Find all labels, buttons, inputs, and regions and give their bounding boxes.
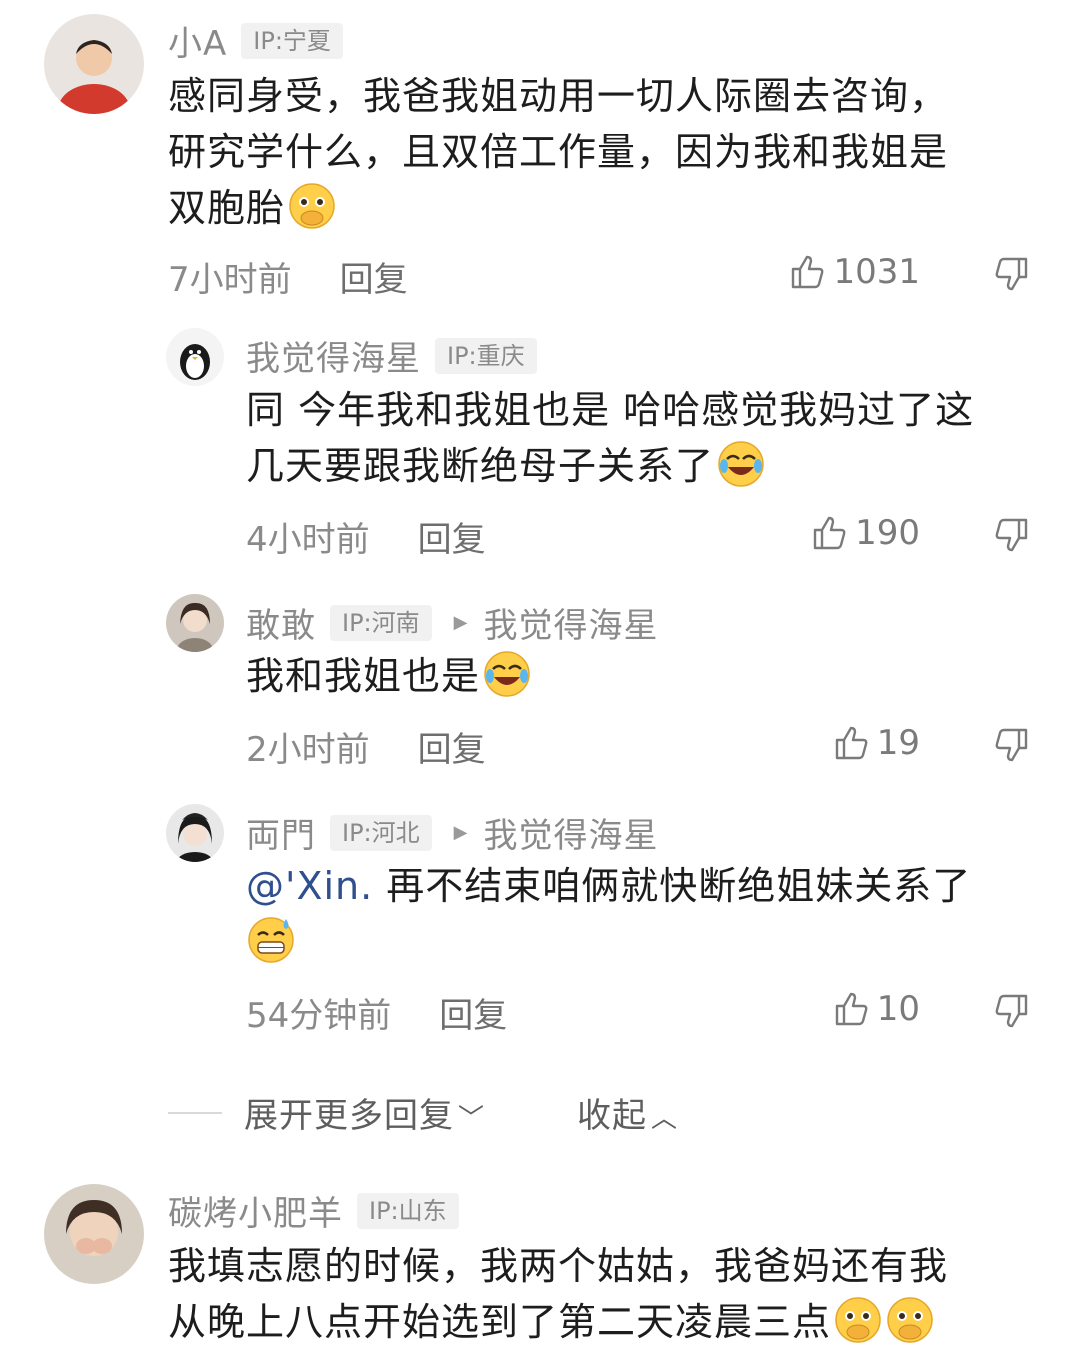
chevron-up-icon: ︿ (651, 1104, 679, 1134)
like-count: 10 (876, 989, 920, 1029)
timestamp: 4小时前 (246, 520, 370, 560)
thumbs-up-icon (809, 513, 849, 553)
expand-more-replies-button[interactable]: 展开更多回复 ﹀ (244, 1088, 485, 1137)
expand-label: 展开更多回复 (244, 1096, 454, 1136)
like-count: 1031 (833, 252, 920, 292)
thumbs-down-icon (992, 991, 1032, 1031)
reply-target[interactable]: 我觉得海星 (483, 598, 658, 647)
comment-text: 同 今年我和我姐也是 哈哈感觉我妈过了这 几天要跟我断绝母子关系了 (246, 382, 1046, 494)
like-count: 190 (855, 513, 920, 553)
comment-line: 从晚上八点开始选到了第二天凌晨三点 (168, 1300, 832, 1344)
avatar[interactable] (166, 328, 224, 386)
comment-text: 感同身受，我爸我姐动用一切人际圈去咨询， 研究学什么，且双倍工作量，因为我和我姐… (168, 68, 1048, 236)
comment-line: 双胞胎 (168, 186, 286, 230)
reply-arrow-icon: ▶ (453, 822, 468, 843)
timestamp: 2小时前 (246, 730, 370, 770)
shy-face-emoji (833, 1295, 883, 1345)
ip-badge: IP:山东 (357, 1192, 459, 1229)
comment-line: 研究学什么，且双倍工作量，因为我和我姐是 (168, 130, 949, 174)
crying-laughing-emoji (482, 649, 532, 699)
reply-button[interactable]: 回复 (340, 252, 408, 301)
comment-line: 我和我姐也是 (246, 654, 481, 698)
dislike-button[interactable] (992, 254, 1032, 294)
dislike-button[interactable] (992, 725, 1032, 765)
reply-button[interactable]: 回复 (418, 512, 486, 561)
mention-link[interactable]: @'Xin. (246, 864, 373, 908)
username[interactable]: 我觉得海星 (246, 331, 421, 380)
sweat-grin-emoji (246, 915, 296, 965)
comment-line: 再不结束咱俩就快断绝姐妹关系了 (373, 864, 972, 908)
collapse-replies-button[interactable]: 收起 ︿ (577, 1088, 678, 1137)
like-button[interactable]: 19 (796, 723, 920, 763)
comment-line: 同 今年我和我姐也是 哈哈感觉我妈过了这 (246, 388, 975, 432)
like-button[interactable]: 1031 (792, 252, 920, 292)
ip-badge: IP:宁夏 (241, 22, 343, 59)
comment-line: 我填志愿的时候，我两个姑姑，我爸妈还有我 (168, 1244, 949, 1288)
shy-face-emoji (287, 181, 337, 231)
thumbs-down-icon (992, 254, 1032, 294)
comment-line: 几天要跟我断绝母子关系了 (246, 444, 715, 488)
dislike-button[interactable] (992, 991, 1032, 1031)
like-button[interactable]: 10 (796, 989, 920, 1029)
thumbs-down-icon (992, 515, 1032, 555)
like-button[interactable]: 190 (796, 513, 920, 553)
reply-button[interactable]: 回复 (439, 988, 507, 1037)
reply-arrow-icon: ▶ (453, 612, 468, 633)
ip-badge: IP:河北 (330, 814, 432, 851)
thumbs-up-icon (831, 723, 871, 763)
dislike-button[interactable] (992, 515, 1032, 555)
thumbs-up-icon (787, 252, 827, 292)
comment-text: @'Xin. 再不结束咱俩就快断绝姐妹关系了 (246, 858, 1046, 970)
comment-text: 我和我姐也是 (246, 648, 1046, 704)
username[interactable]: 碳烤小肥羊 (168, 1186, 343, 1235)
replies-toggle-row: 展开更多回复 ﹀ 收起 ︿ (168, 1088, 678, 1137)
like-count: 19 (876, 723, 920, 763)
username[interactable]: 両門 (246, 808, 316, 857)
reply-target[interactable]: 我觉得海星 (483, 808, 658, 857)
crying-laughing-emoji (716, 439, 766, 489)
avatar[interactable] (44, 14, 144, 114)
username[interactable]: 敢敢 (246, 598, 316, 647)
ip-badge: IP:河南 (330, 604, 432, 641)
avatar[interactable] (44, 1184, 144, 1284)
collapse-label: 收起 (577, 1096, 648, 1136)
comment-line: 感同身受，我爸我姐动用一切人际圈去咨询， (168, 74, 949, 118)
avatar[interactable] (166, 804, 224, 862)
shy-face-emoji (885, 1295, 935, 1345)
reply-button[interactable]: 回复 (418, 722, 486, 771)
username[interactable]: 小A (168, 16, 227, 65)
ip-badge: IP:重庆 (435, 337, 537, 374)
thumbs-up-icon (831, 989, 871, 1029)
divider (168, 1111, 222, 1114)
chevron-down-icon: ﹀ (458, 1104, 486, 1134)
timestamp: 7小时前 (168, 260, 292, 300)
comment-text: 我填志愿的时候，我两个姑姑，我爸妈还有我 从晚上八点开始选到了第二天凌晨三点 (168, 1238, 1048, 1350)
avatar[interactable] (166, 594, 224, 652)
timestamp: 54分钟前 (246, 996, 392, 1036)
thumbs-down-icon (992, 725, 1032, 765)
